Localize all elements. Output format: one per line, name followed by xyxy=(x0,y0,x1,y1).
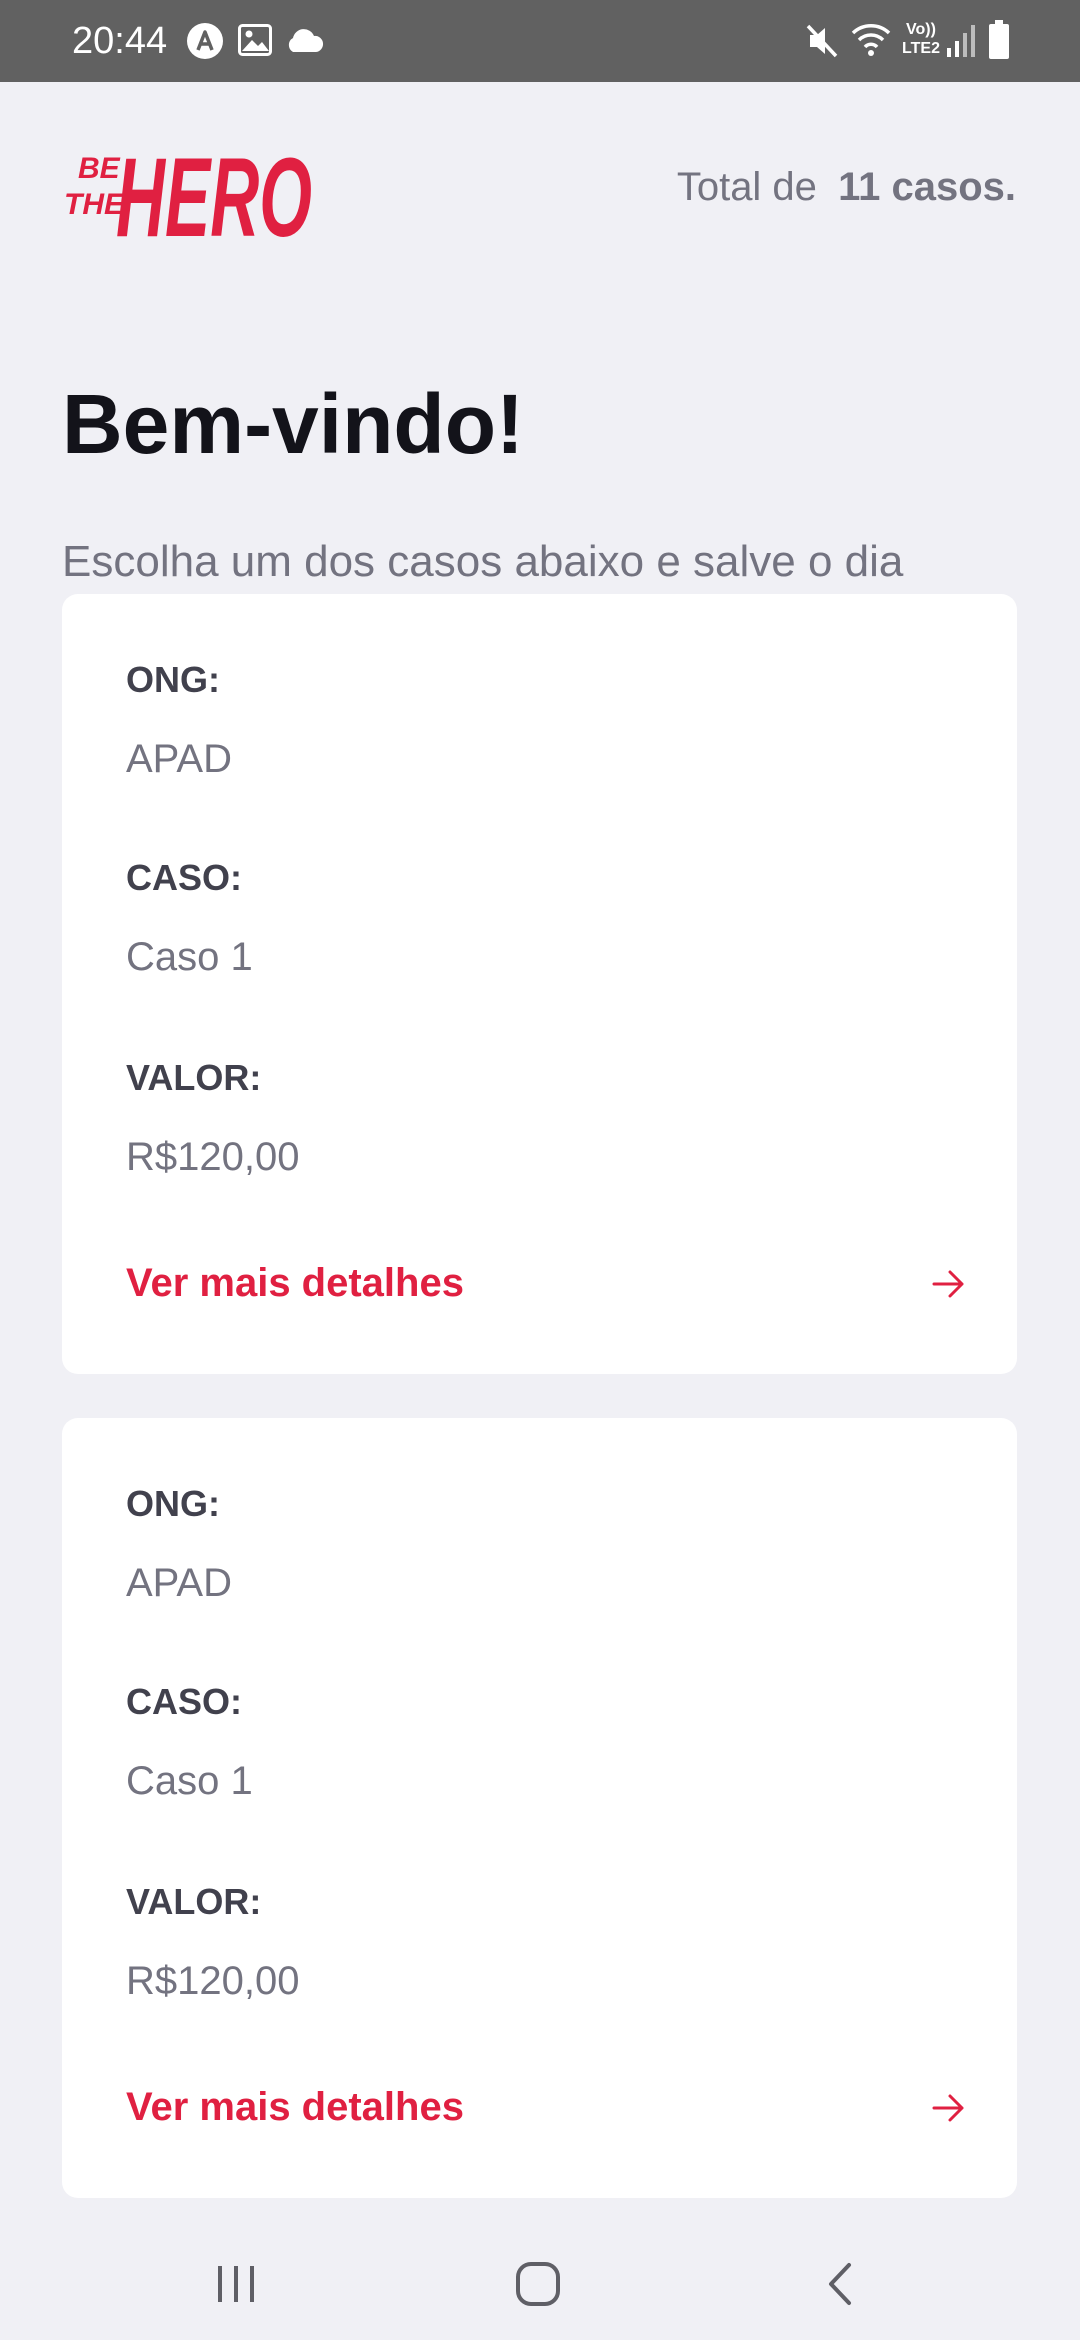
page-title: Bem-vindo! xyxy=(62,377,524,471)
network-volte-label: Vo)) xyxy=(906,21,936,38)
arrow-right-icon xyxy=(930,2090,966,2131)
system-nav-bar xyxy=(0,2232,1080,2340)
ong-label: ONG: xyxy=(126,659,220,700)
app-content: BE THE HERO Total de 11 casos. Bem-vindo… xyxy=(0,82,1080,2232)
back-button[interactable] xyxy=(780,2248,900,2324)
recent-apps-icon xyxy=(214,2264,258,2309)
logo-be-text: BE xyxy=(78,152,121,185)
caso-value: Caso 1 xyxy=(126,935,253,979)
be-the-hero-logo: BE THE HERO xyxy=(60,132,315,260)
logo-hero-text: HERO xyxy=(116,135,312,242)
valor-label: VALOR: xyxy=(126,1057,262,1098)
caso-value: Caso 1 xyxy=(126,1759,253,1803)
arrow-right-icon xyxy=(930,1266,966,1307)
status-bar: 20:44 Vo)) LTE2 xyxy=(0,0,1080,82)
details-button[interactable]: Ver mais detalhes xyxy=(126,2078,966,2138)
back-icon xyxy=(825,2261,855,2312)
ong-value: APAD xyxy=(126,1561,232,1605)
mute-icon xyxy=(804,22,840,65)
wifi-icon xyxy=(850,20,892,63)
total-prefix: Total de xyxy=(676,165,817,209)
status-time: 20:44 xyxy=(72,20,168,62)
caso-label: CASO: xyxy=(126,1681,242,1722)
ong-label: ONG: xyxy=(126,1483,220,1524)
home-icon xyxy=(514,2260,562,2313)
incident-card: ONG: APAD CASO: Caso 1 VALOR: R$120,00 V… xyxy=(62,1418,1017,2198)
home-button[interactable] xyxy=(478,2248,598,2324)
total-count: 11 casos. xyxy=(838,165,1016,209)
valor-value: R$120,00 xyxy=(126,1959,300,2003)
incident-card: ONG: APAD CASO: Caso 1 VALOR: R$120,00 V… xyxy=(62,594,1017,1374)
network-lte-label: LTE2 xyxy=(902,40,940,57)
details-label: Ver mais detalhes xyxy=(126,2085,464,2129)
caso-label: CASO: xyxy=(126,857,242,898)
app-notification-icon xyxy=(186,22,224,65)
signal-icon xyxy=(946,22,976,63)
page-subtitle: Escolha um dos casos abaixo e salve o di… xyxy=(62,537,904,586)
total-cases: Total de 11 casos. xyxy=(677,162,1016,212)
valor-label: VALOR: xyxy=(126,1881,262,1922)
ong-value: APAD xyxy=(126,737,232,781)
image-icon xyxy=(238,24,272,61)
details-label: Ver mais detalhes xyxy=(126,1261,464,1305)
battery-icon xyxy=(988,20,1010,65)
recent-apps-button[interactable] xyxy=(176,2248,296,2324)
cloud-icon xyxy=(284,28,324,59)
details-button[interactable]: Ver mais detalhes xyxy=(126,1254,966,1314)
network-type-label: Vo)) LTE2 xyxy=(896,20,946,58)
valor-value: R$120,00 xyxy=(126,1135,300,1179)
